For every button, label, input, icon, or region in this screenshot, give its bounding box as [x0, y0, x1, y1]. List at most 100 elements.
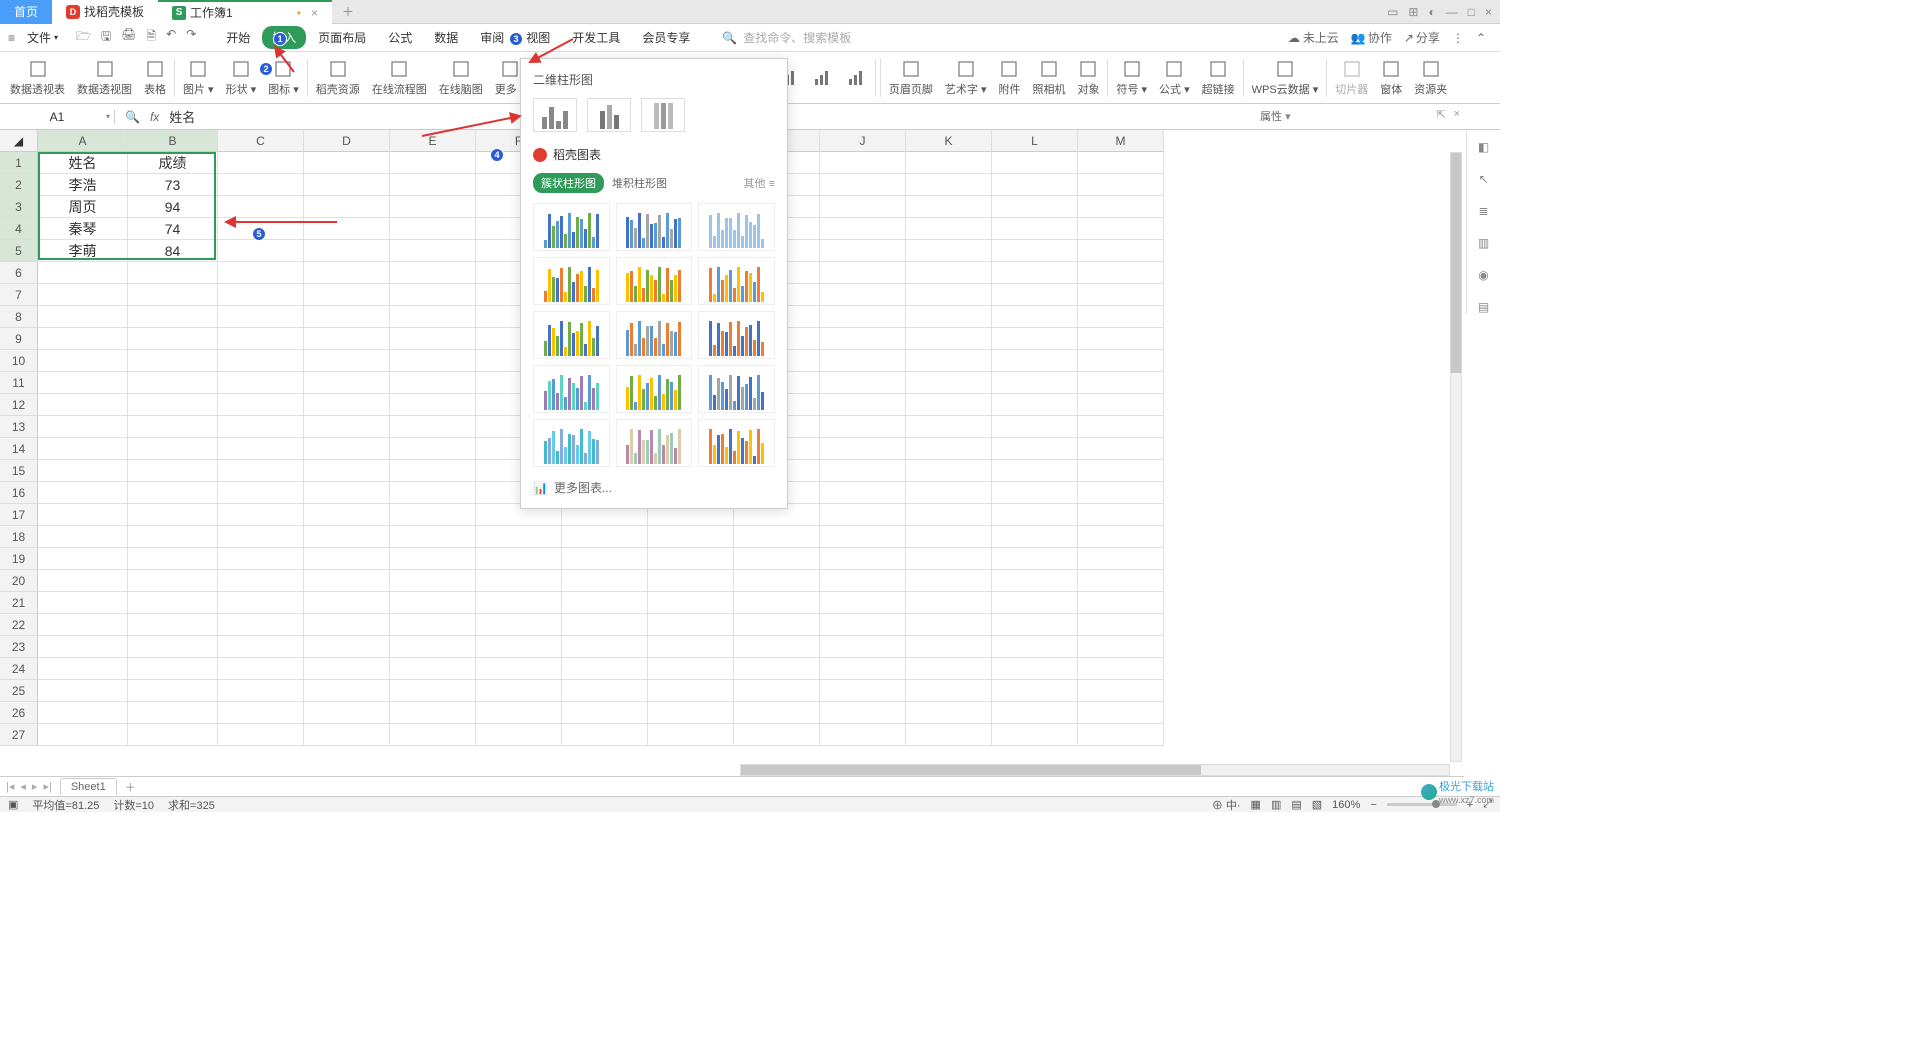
cell-L7[interactable]: [992, 284, 1078, 306]
cell-E27[interactable]: [390, 724, 476, 746]
cell-I25[interactable]: [734, 680, 820, 702]
cell-L21[interactable]: [992, 592, 1078, 614]
chart-template-8[interactable]: [698, 311, 775, 359]
cell-H26[interactable]: [648, 702, 734, 724]
cell-B3[interactable]: 94: [128, 196, 218, 218]
cell-G22[interactable]: [562, 614, 648, 636]
cell-C22[interactable]: [218, 614, 304, 636]
cell-B22[interactable]: [128, 614, 218, 636]
cell-L27[interactable]: [992, 724, 1078, 746]
cell-J8[interactable]: [820, 306, 906, 328]
ribbon-在线脑图[interactable]: 在线脑图: [433, 58, 489, 97]
cell-J27[interactable]: [820, 724, 906, 746]
cell-C15[interactable]: [218, 460, 304, 482]
col-header-L[interactable]: L: [992, 130, 1078, 152]
cell-K25[interactable]: [906, 680, 992, 702]
cell-B24[interactable]: [128, 658, 218, 680]
chart-tab-stacked[interactable]: 堆积柱形图: [612, 175, 667, 191]
cell-B23[interactable]: [128, 636, 218, 658]
cell-D26[interactable]: [304, 702, 390, 724]
cell-K10[interactable]: [906, 350, 992, 372]
cell-D18[interactable]: [304, 526, 390, 548]
row-header-9[interactable]: 9: [0, 328, 38, 350]
cell-C8[interactable]: [218, 306, 304, 328]
chart-template-2[interactable]: [698, 203, 775, 251]
cell-L5[interactable]: [992, 240, 1078, 262]
cell-L15[interactable]: [992, 460, 1078, 482]
cell-J22[interactable]: [820, 614, 906, 636]
row-header-26[interactable]: 26: [0, 702, 38, 724]
chart-template-5[interactable]: [698, 257, 775, 305]
more-charts-link[interactable]: 📊 更多图表...: [521, 471, 787, 500]
ribbon-在线流程图[interactable]: 在线流程图: [366, 58, 433, 97]
cell-C11[interactable]: [218, 372, 304, 394]
side-row-icon[interactable]: ≣: [1478, 204, 1488, 218]
cell-J24[interactable]: [820, 658, 906, 680]
cell-B21[interactable]: [128, 592, 218, 614]
row-header-6[interactable]: 6: [0, 262, 38, 284]
cell-H20[interactable]: [648, 570, 734, 592]
chart-template-14[interactable]: [698, 419, 775, 467]
cell-L24[interactable]: [992, 658, 1078, 680]
cell-H24[interactable]: [648, 658, 734, 680]
menu-tab-2[interactable]: 页面布局: [308, 26, 376, 49]
cell-L26[interactable]: [992, 702, 1078, 724]
cell-D21[interactable]: [304, 592, 390, 614]
cell-J26[interactable]: [820, 702, 906, 724]
cell-D13[interactable]: [304, 416, 390, 438]
ribbon-公式[interactable]: 公式 ▾: [1153, 58, 1196, 97]
cell-B10[interactable]: [128, 350, 218, 372]
menu-tab-7[interactable]: 开发工具: [562, 26, 630, 49]
prop-pin-icon[interactable]: ⇱: [1436, 108, 1445, 121]
status-view1-icon[interactable]: ▦: [1251, 798, 1261, 811]
cell-M24[interactable]: [1078, 658, 1164, 680]
row-header-19[interactable]: 19: [0, 548, 38, 570]
side-select-icon[interactable]: ↖: [1478, 172, 1488, 186]
cell-A17[interactable]: [38, 504, 128, 526]
ribbon-图片[interactable]: 图片 ▾: [177, 58, 220, 97]
cell-B27[interactable]: [128, 724, 218, 746]
cell-K22[interactable]: [906, 614, 992, 636]
cell-J5[interactable]: [820, 240, 906, 262]
cell-M11[interactable]: [1078, 372, 1164, 394]
cell-E24[interactable]: [390, 658, 476, 680]
cell-L22[interactable]: [992, 614, 1078, 636]
row-header-1[interactable]: 1: [0, 152, 38, 174]
cell-E15[interactable]: [390, 460, 476, 482]
cell-C23[interactable]: [218, 636, 304, 658]
cell-E3[interactable]: [390, 196, 476, 218]
cell-A7[interactable]: [38, 284, 128, 306]
tab-templates[interactable]: D 找稻壳模板: [52, 0, 158, 24]
cell-F19[interactable]: [476, 548, 562, 570]
ribbon-chart-type-6[interactable]: [805, 67, 839, 89]
cell-E12[interactable]: [390, 394, 476, 416]
cell-J20[interactable]: [820, 570, 906, 592]
cell-M3[interactable]: [1078, 196, 1164, 218]
cell-E20[interactable]: [390, 570, 476, 592]
cell-K16[interactable]: [906, 482, 992, 504]
cell-J14[interactable]: [820, 438, 906, 460]
sheet-tab[interactable]: Sheet1: [60, 778, 117, 795]
col-header-K[interactable]: K: [906, 130, 992, 152]
cell-J3[interactable]: [820, 196, 906, 218]
cell-E22[interactable]: [390, 614, 476, 636]
cell-C16[interactable]: [218, 482, 304, 504]
row-header-25[interactable]: 25: [0, 680, 38, 702]
cell-H25[interactable]: [648, 680, 734, 702]
cell-B18[interactable]: [128, 526, 218, 548]
chart-template-12[interactable]: [533, 419, 610, 467]
cell-K13[interactable]: [906, 416, 992, 438]
cell-I19[interactable]: [734, 548, 820, 570]
ribbon-稻壳资源[interactable]: 稻壳资源: [310, 58, 366, 97]
cell-A4[interactable]: 秦琴: [38, 218, 128, 240]
cell-A25[interactable]: [38, 680, 128, 702]
cell-B25[interactable]: [128, 680, 218, 702]
sheet-nav-first-icon[interactable]: |◂: [6, 780, 14, 793]
cell-L1[interactable]: [992, 152, 1078, 174]
cell-G20[interactable]: [562, 570, 648, 592]
cell-G19[interactable]: [562, 548, 648, 570]
cell-E18[interactable]: [390, 526, 476, 548]
cell-I22[interactable]: [734, 614, 820, 636]
chart-template-9[interactable]: [533, 365, 610, 413]
cell-C10[interactable]: [218, 350, 304, 372]
